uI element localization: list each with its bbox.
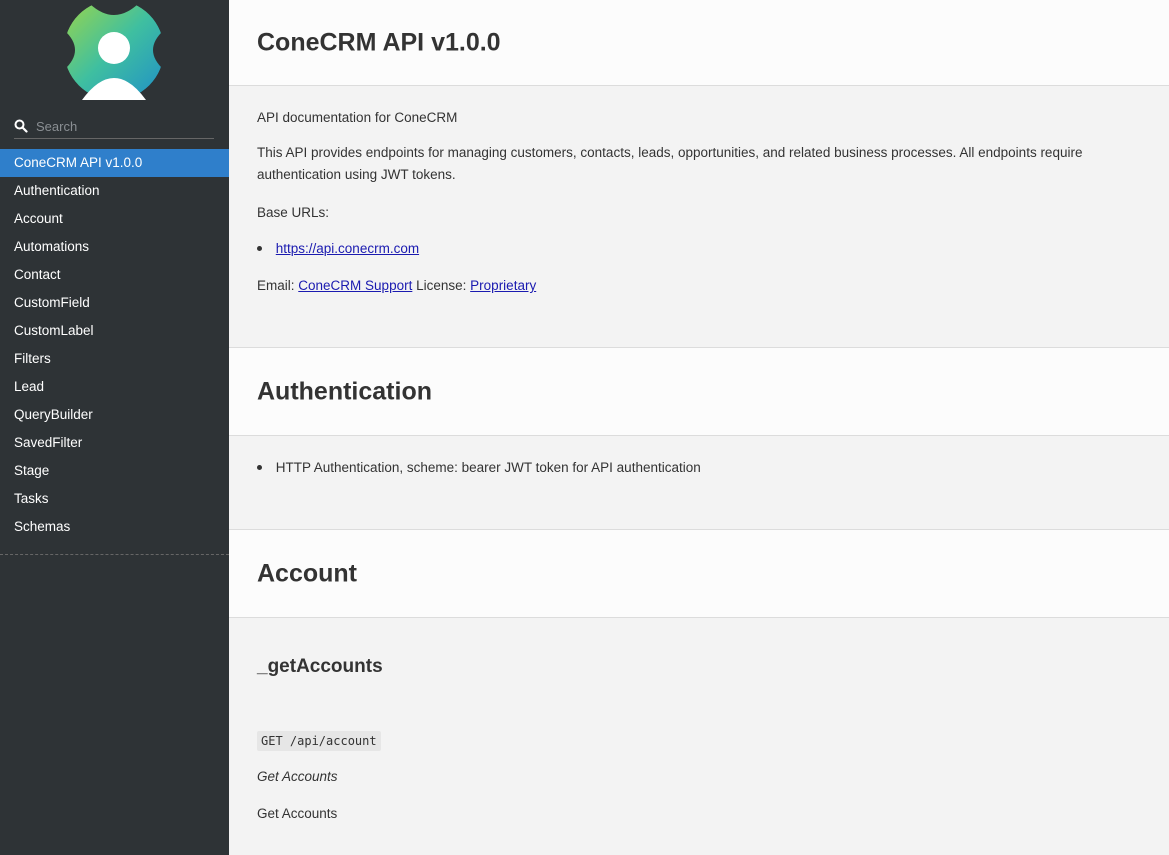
toc-item-querybuilder[interactable]: QueryBuilder xyxy=(0,401,229,429)
operation-title: _getAccounts xyxy=(257,656,383,677)
toc-item-authentication[interactable]: Authentication xyxy=(0,177,229,205)
toc-item-filters[interactable]: Filters xyxy=(0,345,229,373)
toc-item-customlabel[interactable]: CustomLabel xyxy=(0,317,229,345)
page-title: ConeCRM API v1.0.0 xyxy=(257,28,501,56)
toc-item-conecrm-api[interactable]: ConeCRM API v1.0.0 xyxy=(0,149,229,177)
toc-item-automations[interactable]: Automations xyxy=(0,233,229,261)
license-label: License: xyxy=(416,278,467,293)
operation-summary: Get Accounts xyxy=(257,769,338,784)
toc-item-stage[interactable]: Stage xyxy=(0,457,229,485)
endpoint-code: GET /api/account xyxy=(257,731,381,751)
toc-item-schemas[interactable]: Schemas xyxy=(0,513,229,541)
account-header: Account xyxy=(229,529,1169,618)
intro-summary: API documentation for ConeCRM xyxy=(257,110,458,125)
email-label: Email: xyxy=(257,278,295,293)
toc-item-savedfilter[interactable]: SavedFilter xyxy=(0,429,229,457)
base-url-item: https://api.conecrm.com xyxy=(257,241,419,256)
toc-item-account[interactable]: Account xyxy=(0,205,229,233)
conecrm-logo xyxy=(64,0,164,100)
account-title: Account xyxy=(257,559,357,587)
intro-description: This API provides endpoints for managing… xyxy=(257,145,1083,182)
email-link[interactable]: ConeCRM Support xyxy=(298,278,412,293)
search-icon xyxy=(14,119,28,133)
license-link[interactable]: Proprietary xyxy=(470,278,536,293)
main-content: ConeCRM API v1.0.0 API documentation for… xyxy=(229,0,1169,855)
operation-description: Get Accounts xyxy=(257,806,338,821)
authentication-title: Authentication xyxy=(257,377,432,405)
intro-header: ConeCRM API v1.0.0 xyxy=(229,0,1169,86)
toc-item-customfield[interactable]: CustomField xyxy=(0,289,229,317)
base-urls-label: Base URLs: xyxy=(257,205,330,220)
toc-item-contact[interactable]: Contact xyxy=(0,261,229,289)
auth-item-text: HTTP Authentication, scheme: bearer JWT … xyxy=(275,460,701,475)
sidebar: ConeCRM API v1.0.0 Authentication Accoun… xyxy=(0,0,229,855)
base-url-link[interactable]: https://api.conecrm.com xyxy=(276,241,419,256)
auth-item: HTTP Authentication, scheme: bearer JWT … xyxy=(257,460,701,475)
toc-item-lead[interactable]: Lead xyxy=(0,373,229,401)
search-input[interactable] xyxy=(36,118,206,134)
toc-list: ConeCRM API v1.0.0 Authentication Accoun… xyxy=(0,149,229,541)
search-bar xyxy=(14,114,214,139)
toc-item-tasks[interactable]: Tasks xyxy=(0,485,229,513)
toc-divider xyxy=(0,554,229,555)
authentication-header: Authentication xyxy=(229,347,1169,436)
contact-line: Email: ConeCRM Support License: Propriet… xyxy=(257,278,536,293)
